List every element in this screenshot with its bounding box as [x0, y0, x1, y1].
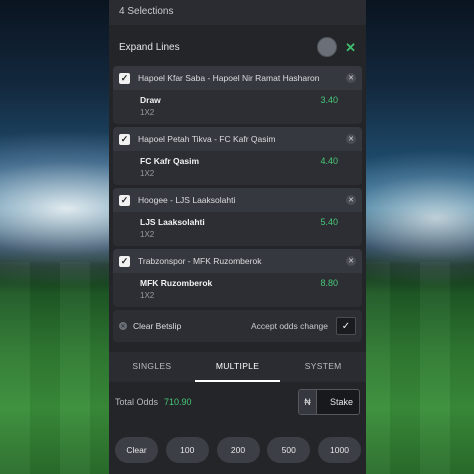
quick-200-button[interactable]: 200 [216, 437, 260, 463]
quick-clear-button[interactable]: Clear [115, 437, 158, 463]
stake-input[interactable]: ₦ Stake [298, 389, 360, 415]
quick-100-button[interactable]: 100 [165, 437, 209, 463]
selection-header: ✓ Hoogee - LJS Laaksolahti ✕ [113, 188, 362, 212]
selection-body: MFK Ruzomberok 1X2 8.80 [113, 273, 362, 307]
betslip-panel: 4 Selections Expand Lines ✕ ✓ Hapoel Kfa… [109, 0, 366, 474]
selection-odds: 5.40 [320, 217, 338, 227]
remove-selection-icon[interactable]: ✕ [346, 195, 356, 205]
betslip-actions-row: ✕ Clear Betslip Accept odds change ✓ [113, 310, 362, 342]
clear-betslip-label: Clear Betslip [133, 321, 182, 331]
close-betslip-icon[interactable]: ✕ [345, 41, 356, 54]
accept-odds-change: Accept odds change ✓ [251, 317, 356, 335]
trash-icon: ✕ [119, 322, 127, 330]
match-name: Hoogee - LJS Laaksolahti [138, 195, 236, 205]
bet-type-tabs: SINGLES MULTIPLE SYSTEM [109, 352, 366, 382]
selection-card: ✓ Hapoel Kfar Saba - Hapoel Nir Ramat Ha… [113, 66, 362, 124]
selections-header: 4 Selections [109, 0, 366, 25]
market-name: 1X2 [140, 291, 155, 300]
selection-card: ✓ Hoogee - LJS Laaksolahti ✕ LJS Laaksol… [113, 188, 362, 246]
currency-icon: ₦ [299, 390, 317, 414]
tab-multiple[interactable]: MULTIPLE [194, 352, 281, 382]
match-name: Hapoel Petah Tikva - FC Kafr Qasim [138, 134, 276, 144]
selection-body: Draw 1X2 3.40 [113, 90, 362, 124]
total-odds-row: Total Odds 710.90 ₦ Stake [109, 388, 366, 416]
selection-odds: 3.40 [320, 95, 338, 105]
quick-stake-buttons: Clear 100 200 500 1000 [115, 437, 361, 463]
selection-odds: 4.40 [320, 156, 338, 166]
selection-body: FC Kafr Qasim 1X2 4.40 [113, 151, 362, 185]
selection-card: ✓ Trabzonspor - MFK Ruzomberok ✕ MFK Ruz… [113, 249, 362, 307]
quick-1000-button[interactable]: 1000 [318, 437, 361, 463]
expand-controls: ✕ [317, 37, 356, 57]
remove-selection-icon[interactable]: ✕ [346, 73, 356, 83]
market-name: 1X2 [140, 169, 155, 178]
quick-500-button[interactable]: 500 [267, 437, 311, 463]
tab-singles[interactable]: SINGLES [109, 352, 195, 382]
tab-system[interactable]: SYSTEM [280, 352, 366, 382]
selection-header: ✓ Hapoel Kfar Saba - Hapoel Nir Ramat Ha… [113, 66, 362, 90]
selection-header: ✓ Hapoel Petah Tikva - FC Kafr Qasim ✕ [113, 127, 362, 151]
remove-selection-icon[interactable]: ✕ [346, 134, 356, 144]
expand-lines-label: Expand Lines [119, 41, 180, 53]
remove-selection-icon[interactable]: ✕ [346, 256, 356, 266]
selection-body: LJS Laaksolahti 1X2 5.40 [113, 212, 362, 246]
accept-odds-label: Accept odds change [250, 321, 328, 331]
clear-betslip-button[interactable]: ✕ Clear Betslip [119, 321, 181, 331]
selection-checkbox[interactable]: ✓ [119, 194, 130, 206]
selection-checkbox[interactable]: ✓ [119, 255, 130, 267]
selection-card: ✓ Hapoel Petah Tikva - FC Kafr Qasim ✕ F… [113, 127, 362, 185]
stake-label: Stake [329, 397, 353, 407]
selections-count: 4 Selections [119, 6, 174, 17]
expand-lines-toggle[interactable] [317, 37, 338, 57]
total-odds-value: 710.90 [164, 397, 192, 407]
market-name: 1X2 [140, 108, 155, 117]
market-name: 1X2 [140, 230, 155, 239]
match-name: Trabzonspor - MFK Ruzomberok [138, 256, 262, 266]
selection-header: ✓ Trabzonspor - MFK Ruzomberok ✕ [113, 249, 362, 273]
selection-checkbox[interactable]: ✓ [119, 72, 130, 84]
selection-odds: 8.80 [320, 278, 338, 288]
match-name: Hapoel Kfar Saba - Hapoel Nir Ramat Hash… [138, 73, 320, 83]
total-odds-label: Total Odds [115, 397, 159, 407]
selection-checkbox[interactable]: ✓ [119, 133, 130, 145]
accept-odds-checkbox[interactable]: ✓ [336, 317, 356, 335]
expand-lines-row: Expand Lines ✕ [109, 29, 366, 65]
